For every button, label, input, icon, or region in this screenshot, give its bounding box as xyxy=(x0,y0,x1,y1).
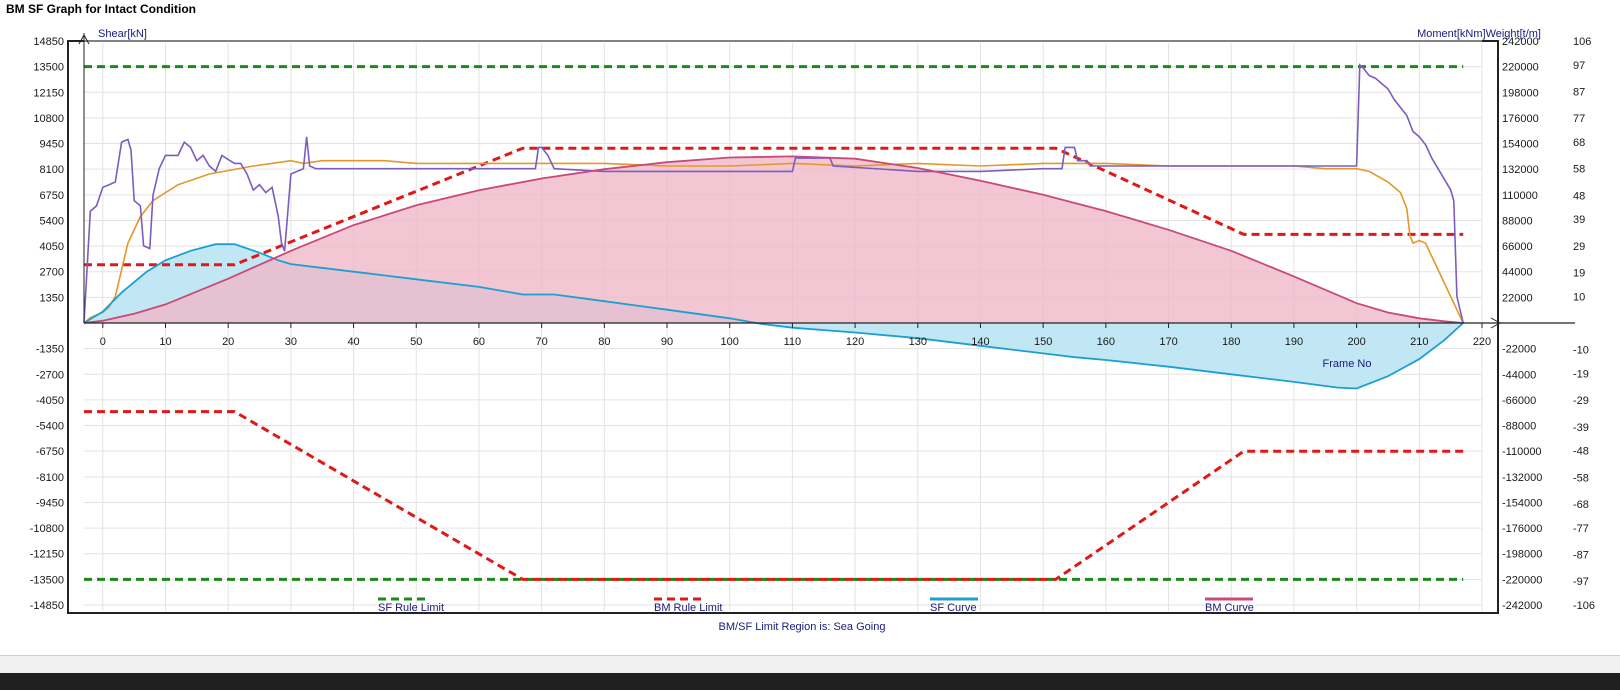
y-tick-label-weight: 39 xyxy=(1573,214,1585,226)
y-tick-label-moment: 88000 xyxy=(1502,215,1533,227)
y-tick-label-shear: 4050 xyxy=(40,241,64,253)
y-tick-label-weight: 77 xyxy=(1573,113,1585,125)
y-tick-label-weight: 106 xyxy=(1573,36,1591,48)
legend-label: SF Rule Limit xyxy=(378,602,444,614)
bm-sf-chart: 0 10 20 30 40 50 60 70 80 90 100 110 120 130 140 150 160… xyxy=(30,28,1595,633)
y-tick-label-shear: -2700 xyxy=(36,369,64,381)
limit-region-label: BM/SF Limit Region is: Sea Going xyxy=(719,621,886,633)
x-axis-title: Frame No xyxy=(1323,358,1372,370)
y-axis-right-title: Moment[kNm]Weight[t/m] xyxy=(1417,28,1541,40)
y-tick-label-shear: 9450 xyxy=(40,139,64,151)
x-tick-label: 90 xyxy=(661,336,673,348)
y-tick-label-moment: 176000 xyxy=(1502,113,1539,125)
y-tick-label-shear: -4050 xyxy=(36,395,64,407)
y-tick-label-shear: 8100 xyxy=(40,164,64,176)
x-tick-label: 150 xyxy=(1034,336,1052,348)
y-tick-label-moment: -44000 xyxy=(1502,369,1536,381)
legend-label: BM Curve xyxy=(1205,602,1254,614)
y-tick-label-weight: 58 xyxy=(1573,164,1585,176)
y-tick-label-shear: 2700 xyxy=(40,267,64,279)
y-tick-label-shear: -5400 xyxy=(36,421,64,433)
y-tick-label-weight: 48 xyxy=(1573,190,1585,202)
y-tick-label-weight: 87 xyxy=(1573,87,1585,99)
x-tick-label: 70 xyxy=(536,336,548,348)
y-tick-label-shear: 10800 xyxy=(33,113,64,125)
y-tick-label-shear: -9450 xyxy=(36,497,64,509)
x-tick-label: 50 xyxy=(410,336,422,348)
x-tick-label: 170 xyxy=(1159,336,1177,348)
x-tick-label: 30 xyxy=(285,336,297,348)
y-tick-label-shear: -8100 xyxy=(36,472,64,484)
y-tick-label-shear: 12150 xyxy=(33,87,64,99)
x-tick-label: 40 xyxy=(347,336,359,348)
y-tick-label-weight: 10 xyxy=(1573,291,1585,303)
y-tick-label-moment: 154000 xyxy=(1502,139,1539,151)
y-tick-label-shear: 5400 xyxy=(40,215,64,227)
x-tick-label: 190 xyxy=(1285,336,1303,348)
y-tick-label-moment: -22000 xyxy=(1502,344,1536,356)
y-tick-label-weight: 19 xyxy=(1573,267,1585,279)
y-tick-label-weight: -77 xyxy=(1573,523,1589,535)
x-tick-label: 200 xyxy=(1347,336,1365,348)
y-tick-label-moment: -242000 xyxy=(1502,600,1542,612)
y-tick-label-weight: -97 xyxy=(1573,576,1589,588)
x-tick-label: 180 xyxy=(1222,336,1240,348)
y-tick-label-weight: -48 xyxy=(1573,446,1589,458)
x-tick-label: 130 xyxy=(909,336,927,348)
y-tick-label-moment: -198000 xyxy=(1502,549,1542,561)
y-tick-label-weight: 29 xyxy=(1573,241,1585,253)
y-tick-label-moment: -110000 xyxy=(1502,446,1542,458)
x-tick-label: 20 xyxy=(222,336,234,348)
x-tick-label: 80 xyxy=(598,336,610,348)
y-tick-label-moment: -154000 xyxy=(1502,497,1542,509)
y-tick-label-shear: 14850 xyxy=(33,36,64,48)
y-tick-label-moment: -176000 xyxy=(1502,523,1542,535)
y-tick-label-moment: -220000 xyxy=(1502,574,1542,586)
y-tick-label-moment: 220000 xyxy=(1502,62,1539,74)
y-tick-label-weight: -10 xyxy=(1573,345,1589,357)
y-tick-label-moment: -88000 xyxy=(1502,421,1536,433)
y-tick-label-shear: 1350 xyxy=(40,292,64,304)
x-tick-label: 160 xyxy=(1097,336,1115,348)
y-tick-label-moment: -132000 xyxy=(1502,472,1542,484)
y-tick-label-shear: -13500 xyxy=(30,574,64,586)
y-axis-left-title: Shear[kN] xyxy=(98,28,147,40)
y-tick-label-weight: -58 xyxy=(1573,472,1589,484)
y-tick-label-moment: 132000 xyxy=(1502,164,1539,176)
y-tick-label-shear: -6750 xyxy=(36,446,64,458)
y-tick-label-shear: -1350 xyxy=(36,344,64,356)
y-tick-label-weight: 97 xyxy=(1573,60,1585,72)
y-tick-label-shear: 6750 xyxy=(40,190,64,202)
y-tick-label-weight: -106 xyxy=(1573,600,1595,612)
x-tick-label: 210 xyxy=(1410,336,1428,348)
status-strip xyxy=(0,655,1620,674)
x-tick-label: 110 xyxy=(784,336,802,348)
x-tick-label: 140 xyxy=(971,336,989,348)
y-tick-label-shear: -12150 xyxy=(30,549,64,561)
y-tick-label-weight: -39 xyxy=(1573,422,1589,434)
x-tick-label: 10 xyxy=(159,336,171,348)
y-tick-label-moment: 22000 xyxy=(1502,292,1533,304)
x-tick-label: 120 xyxy=(846,336,864,348)
y-tick-label-shear: -10800 xyxy=(30,523,64,535)
x-tick-label: 60 xyxy=(473,336,485,348)
y-tick-label-moment: 44000 xyxy=(1502,267,1533,279)
y-tick-label-shear: 13500 xyxy=(33,62,64,74)
y-tick-label-shear: -14850 xyxy=(30,600,64,612)
y-tick-label-weight: -68 xyxy=(1573,499,1589,511)
y-tick-label-weight: -29 xyxy=(1573,395,1589,407)
x-tick-label: 0 xyxy=(100,336,106,348)
legend-label: BM Rule Limit xyxy=(654,602,722,614)
y-tick-label-weight: -87 xyxy=(1573,549,1589,561)
y-tick-label-moment: 110000 xyxy=(1502,190,1538,202)
y-tick-label-moment: -66000 xyxy=(1502,395,1536,407)
y-tick-label-moment: 66000 xyxy=(1502,241,1533,253)
y-tick-label-weight: -19 xyxy=(1573,369,1589,381)
x-tick-label: 220 xyxy=(1473,336,1491,348)
taskbar xyxy=(0,673,1620,690)
x-tick-label: 100 xyxy=(721,336,739,348)
y-tick-label-moment: 198000 xyxy=(1502,87,1539,99)
y-tick-label-weight: 68 xyxy=(1573,137,1585,149)
legend-label: SF Curve xyxy=(930,602,976,614)
